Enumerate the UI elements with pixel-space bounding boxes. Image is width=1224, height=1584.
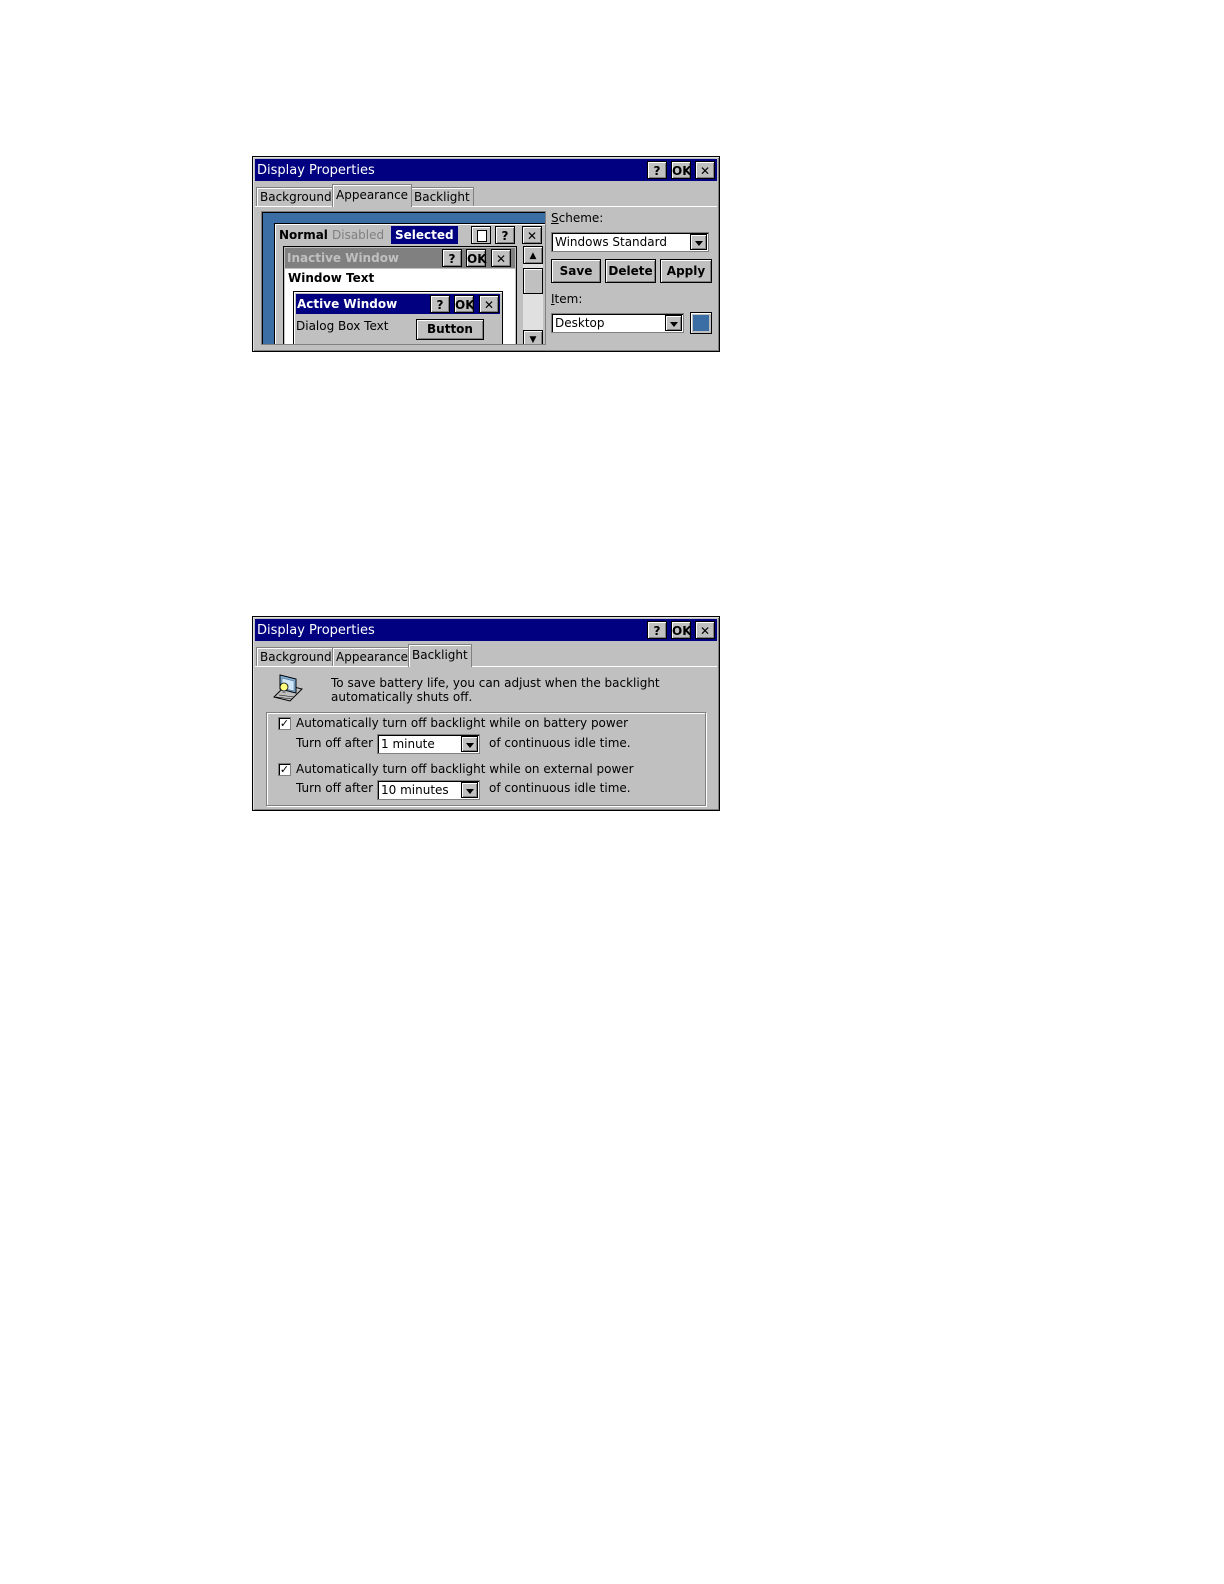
battery-turn-off-label: Turn off after <box>296 736 374 750</box>
sample-active-window: Active Window ? OK ✕ Dialog Box Text But… <box>293 291 503 344</box>
title-bar: Display Properties ? OK ✕ <box>255 619 717 641</box>
info-text-line1: To save battery life, you can adjust whe… <box>331 676 660 690</box>
sample-button: Button <box>416 319 484 340</box>
inactive-title-bar: Inactive Window ? OK ✕ <box>285 248 515 268</box>
chevron-down-icon[interactable] <box>461 782 478 798</box>
scheme-label: Scheme: <box>551 211 604 225</box>
item-dropdown[interactable]: Desktop <box>551 313 684 333</box>
display-properties-dialog-appearance: Display Properties ? OK ✕ Background App… <box>252 156 720 352</box>
scroll-thumb <box>523 268 543 294</box>
tab-background[interactable]: Background <box>256 187 336 207</box>
display-properties-dialog-backlight: Display Properties ? OK ✕ Background App… <box>252 616 720 811</box>
active-help-button: ? <box>430 295 450 313</box>
external-turn-off-label: Turn off after <box>296 781 374 795</box>
appearance-preview: Normal Disabled Selected ? ✕ Inactive Wi… <box>261 211 546 345</box>
inactive-close-button: ✕ <box>491 249 511 267</box>
window-text: Window Text <box>288 271 375 285</box>
scroll-up-arrow-icon: ▲ <box>523 246 543 264</box>
dialog-title: Display Properties <box>257 163 375 178</box>
menu-disabled: Disabled <box>332 228 385 242</box>
help-button[interactable]: ? <box>647 161 667 179</box>
sample-menu-window: Normal Disabled Selected ? ✕ Inactive Wi… <box>274 223 545 344</box>
save-button[interactable]: Save <box>551 259 601 283</box>
active-close-button: ✕ <box>479 295 499 313</box>
external-suffix: of continuous idle time. <box>489 781 631 795</box>
delete-button[interactable]: Delete <box>605 259 656 283</box>
menu-normal: Normal <box>279 228 328 242</box>
external-timeout-dropdown[interactable]: 10 minutes <box>377 780 480 800</box>
chevron-down-icon[interactable] <box>690 234 707 250</box>
battery-checkbox[interactable]: ✓ <box>278 717 291 730</box>
dialog-box-text: Dialog Box Text <box>296 319 389 333</box>
external-timeout-value: 10 minutes <box>381 783 449 797</box>
info-text-line2: automatically shuts off. <box>331 690 473 704</box>
dialog-title: Display Properties <box>257 623 375 638</box>
sample-scrollbar: ▲ ▼ <box>523 246 543 344</box>
sample-inactive-window: Inactive Window ? OK ✕ Window Text Activ… <box>283 246 517 344</box>
battery-timeout-dropdown[interactable]: 1 minute <box>377 734 480 754</box>
close-button[interactable]: ✕ <box>695 161 715 179</box>
sample-close-button: ✕ <box>522 226 542 244</box>
scheme-dropdown[interactable]: Windows Standard <box>551 232 709 252</box>
tab-appearance[interactable]: Appearance <box>332 184 413 207</box>
menu-selected: Selected <box>391 226 458 244</box>
item-label: Item: <box>551 292 583 306</box>
tab-panel-border <box>255 206 717 207</box>
inactive-help-button: ? <box>442 249 462 267</box>
tab-appearance[interactable]: Appearance <box>332 647 413 667</box>
active-title-bar: Active Window ? OK ✕ <box>296 294 500 314</box>
sample-menu-bar: Normal Disabled Selected <box>277 226 463 244</box>
doc-icon <box>477 230 487 242</box>
chevron-down-icon[interactable] <box>665 315 682 331</box>
color-swatch <box>693 315 709 331</box>
battery-checkbox-label: Automatically turn off backlight while o… <box>296 716 629 730</box>
inactive-window-title: Inactive Window <box>287 251 400 265</box>
ok-button[interactable]: OK <box>671 161 692 179</box>
sample-help-button: ? <box>495 226 515 244</box>
battery-suffix: of continuous idle time. <box>489 736 631 750</box>
ok-button[interactable]: OK <box>671 621 692 639</box>
backlight-device-icon <box>270 671 304 703</box>
active-ok-button: OK <box>454 295 475 313</box>
help-button[interactable]: ? <box>647 621 667 639</box>
chevron-down-icon[interactable] <box>461 736 478 752</box>
external-checkbox[interactable]: ✓ <box>278 763 291 776</box>
battery-timeout-value: 1 minute <box>381 737 435 751</box>
external-checkbox-label: Automatically turn off backlight while o… <box>296 762 634 776</box>
tab-backlight[interactable]: Backlight <box>410 187 474 207</box>
item-value: Desktop <box>555 316 605 330</box>
tab-backlight[interactable]: Backlight <box>408 644 472 667</box>
tab-panel-border <box>255 666 717 667</box>
sample-doc-icon <box>471 226 491 244</box>
item-color-button[interactable] <box>690 312 712 334</box>
close-button[interactable]: ✕ <box>695 621 715 639</box>
scroll-down-arrow-icon: ▼ <box>523 330 543 344</box>
apply-button[interactable]: Apply <box>660 259 712 283</box>
title-bar: Display Properties ? OK ✕ <box>255 159 717 181</box>
scheme-value: Windows Standard <box>555 235 667 249</box>
tab-background[interactable]: Background <box>256 647 336 667</box>
inactive-ok-button: OK <box>466 249 487 267</box>
active-window-title: Active Window <box>297 297 398 311</box>
